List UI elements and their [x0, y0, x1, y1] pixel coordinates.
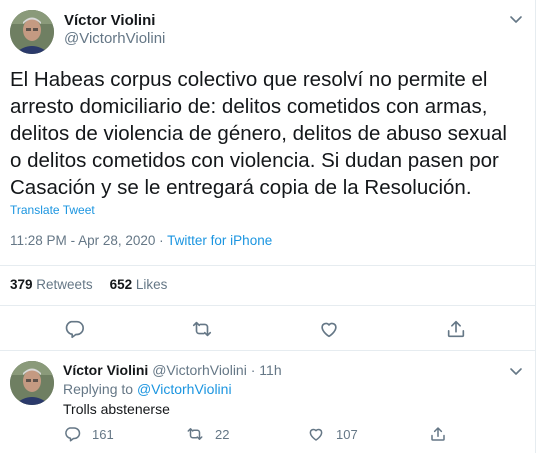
share-button[interactable] [445, 318, 467, 340]
avatar[interactable] [10, 10, 54, 54]
reply-count: 161 [92, 426, 114, 442]
likes-count: 652 [109, 277, 133, 292]
retweets-label: Retweets [36, 277, 93, 292]
reply-author-handle[interactable]: @VictorhViolini [152, 362, 247, 378]
chevron-down-icon [510, 368, 522, 375]
author-handle[interactable]: @VictorhViolini [64, 30, 165, 47]
share-icon [431, 427, 445, 441]
divider [0, 265, 536, 266]
reply-author-name[interactable]: Víctor Violini [63, 362, 148, 378]
reply-tweet-text: Trolls abstenerse [63, 401, 170, 417]
more-options-button[interactable] [507, 10, 525, 28]
replying-to-mention[interactable]: @VictorhViolini [137, 381, 232, 397]
meta-separator: · [159, 233, 164, 248]
reply-reply-button[interactable]: 161 [63, 424, 114, 444]
likes-stat[interactable]: 652 Likes [110, 277, 168, 292]
reply-button[interactable] [63, 318, 85, 340]
likes-label: Likes [135, 277, 168, 292]
tweet-stats: 379 Retweets 652 Likes [10, 277, 167, 292]
divider [0, 350, 536, 351]
retweet-count: 22 [215, 426, 230, 442]
reply-avatar[interactable] [10, 361, 54, 405]
separator-dash: - [70, 233, 76, 248]
retweet-icon [187, 428, 203, 440]
like-button[interactable] [318, 318, 340, 340]
reply-header: Víctor Violini @VictorhViolini · 11h [63, 362, 282, 378]
reply-retweet-button[interactable]: 22 [186, 424, 229, 444]
tweet-date[interactable]: Apr 28, 2020 [78, 233, 155, 248]
replying-to-line: Replying to @VictorhViolini [63, 381, 232, 397]
retweets-count: 379 [10, 277, 33, 292]
tweet-source-link[interactable]: Twitter for iPhone [167, 233, 272, 248]
share-icon [447, 320, 465, 338]
avatar-photo [10, 361, 54, 405]
retweets-stat[interactable]: 379 Retweets [10, 277, 93, 292]
reply-time[interactable]: 11h [259, 362, 281, 378]
heart-icon [321, 322, 337, 338]
reply-more-options-button[interactable] [507, 362, 525, 380]
like-count: 107 [336, 426, 358, 442]
heart-icon [309, 428, 323, 441]
divider [0, 305, 536, 306]
reply-share-button[interactable] [429, 424, 458, 444]
tweet-time[interactable]: 11:28 PM [10, 233, 67, 248]
author-name[interactable]: Víctor Violini [64, 12, 155, 29]
retweet-button[interactable] [191, 318, 213, 340]
tweet-text: El Habeas corpus colectivo que resolví n… [10, 68, 507, 199]
reply-like-button[interactable]: 107 [307, 424, 358, 444]
reply-separator: · [250, 362, 256, 378]
chevron-down-icon [510, 16, 522, 23]
translate-tweet-link[interactable]: Translate Tweet [10, 203, 95, 217]
retweet-icon [192, 321, 212, 337]
reply-icon [65, 427, 81, 442]
replying-to-label: Replying to [63, 381, 134, 397]
reply-icon [65, 320, 84, 339]
tweet-detail-panel: Víctor Violini @VictorhViolini El Habeas… [0, 0, 536, 453]
tweet-timestamp: 11:28 PM - Apr 28, 2020 · Twitter for iP… [10, 233, 272, 248]
avatar-photo [10, 10, 54, 54]
